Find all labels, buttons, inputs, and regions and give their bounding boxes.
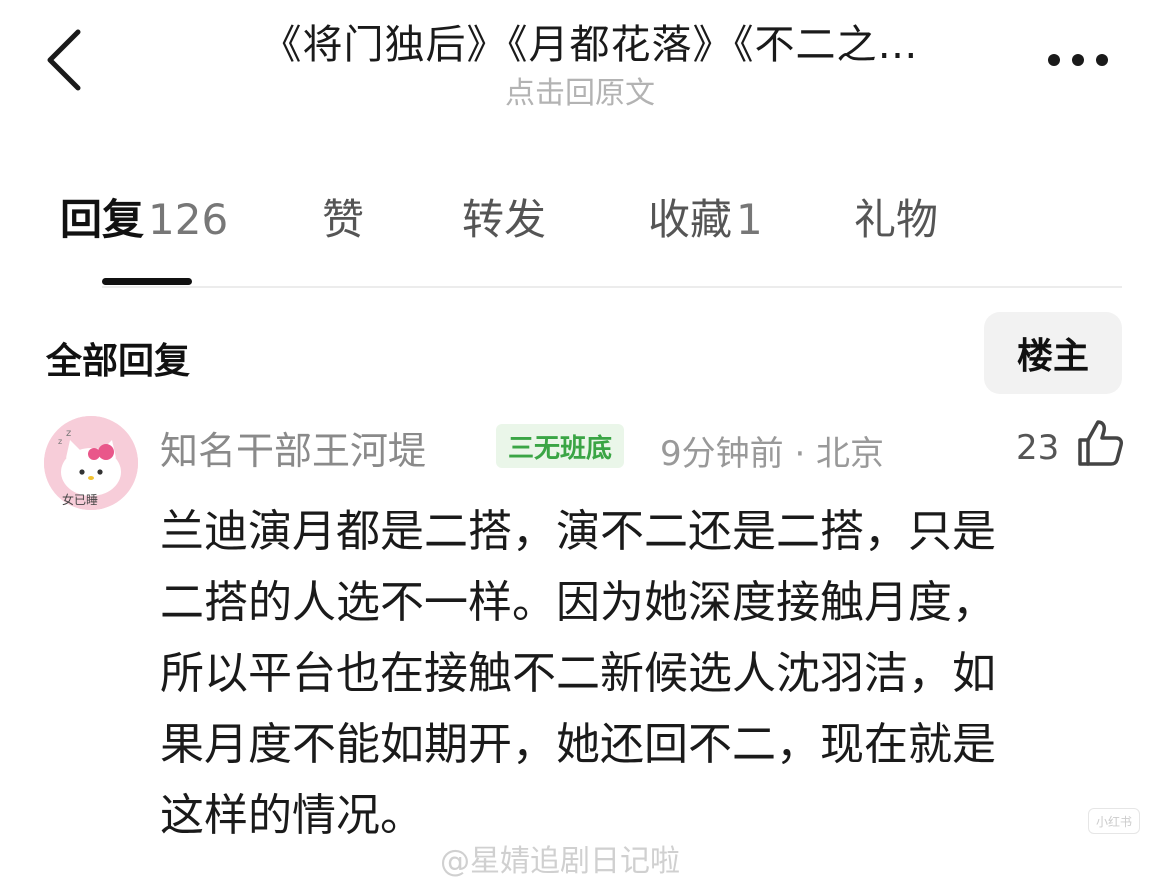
chevron-left-icon [47, 29, 81, 91]
weibo-watermark: @星婧追剧日记啦 [440, 844, 680, 879]
comment-text: 兰迪演月都是二搭，演不二还是二搭，只是 二搭的人选不一样。因为她深度接触月度， … [160, 496, 1100, 851]
tab-favorites[interactable]: 收藏1 [648, 186, 763, 247]
comment-line: 果月度不能如期开，她还回不二，现在就是 [160, 719, 996, 770]
tab-count: 1 [736, 195, 763, 244]
section-title: 全部回复 [46, 341, 191, 382]
fan-badge[interactable]: 三无班底 [496, 424, 625, 468]
comment-username[interactable]: 知名干部王河堤 [160, 420, 426, 475]
corner-watermark: 小红书 [1088, 808, 1140, 834]
back-button[interactable] [40, 18, 96, 98]
tab-bar: 回复126 赞 转发 收藏1 礼物 [0, 186, 1168, 290]
post-title[interactable]: 《将门独后》《月都花落》《不二之… [190, 12, 990, 70]
tab-label: 收藏 [648, 195, 733, 244]
tab-divider [102, 286, 1122, 288]
svg-text:z: z [58, 437, 62, 446]
thumbs-up-icon [1078, 420, 1123, 466]
tab-reposts[interactable]: 转发 [462, 186, 546, 247]
comment-line: 兰迪演月都是二搭，演不二还是二搭，只是 [160, 506, 996, 557]
tab-label: 转发 [462, 195, 547, 244]
like-button[interactable] [1076, 418, 1124, 468]
avatar-caption: 女已睡 [62, 493, 99, 507]
comment-meta: 9分钟前 · 北京 [660, 434, 885, 474]
tab-likes[interactable]: 赞 [322, 186, 364, 247]
tab-gifts[interactable]: 礼物 [854, 186, 938, 247]
tab-label: 礼物 [854, 195, 939, 244]
tab-label: 回复 [60, 195, 145, 244]
tab-replies[interactable]: 回复126 [60, 186, 228, 247]
active-tab-indicator [102, 278, 192, 285]
comment-line: 所以平台也在接触不二新候选人沈羽洁，如 [160, 648, 996, 699]
post-reply-screen: 《将门独后》《月都花落》《不二之… 点击回原文 回复126 赞 转发 收藏1 礼… [0, 0, 1168, 884]
more-button[interactable] [1040, 40, 1120, 80]
op-filter-button[interactable]: 楼主 [984, 312, 1122, 394]
tab-count: 126 [148, 195, 229, 244]
svg-text:z: z [66, 428, 71, 439]
back-to-original-link[interactable]: 点击回原文 [190, 68, 970, 112]
comment-line: 二搭的人选不一样。因为她深度接触月度， [160, 577, 996, 628]
like-count: 23 [1016, 428, 1060, 468]
tab-label: 赞 [322, 195, 365, 244]
more-horizontal-icon [1048, 54, 1108, 66]
